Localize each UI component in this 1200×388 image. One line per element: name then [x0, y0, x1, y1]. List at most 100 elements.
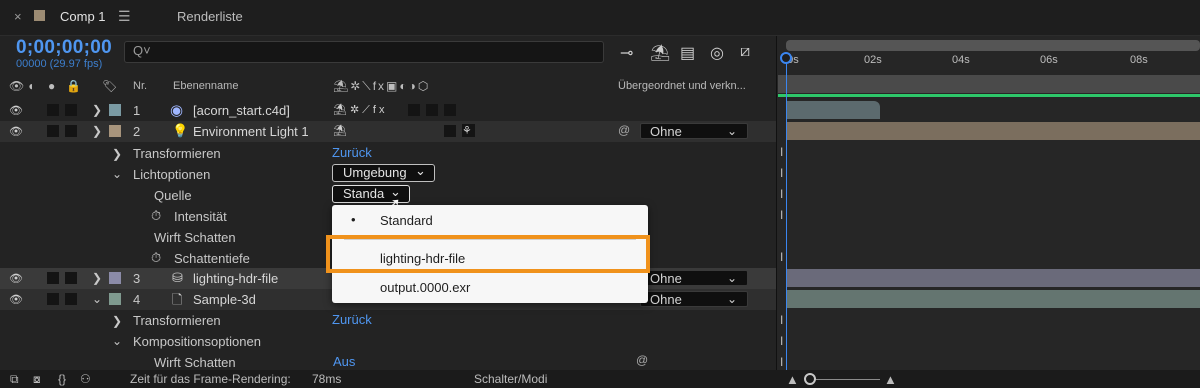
- solo-toggle[interactable]: [47, 293, 59, 305]
- image-file-icon: ⛁: [172, 270, 183, 285]
- lock-toggle[interactable]: [65, 104, 77, 116]
- layer-label-color[interactable]: [109, 125, 121, 137]
- time-navigator[interactable]: [786, 40, 1200, 51]
- solo-toggle[interactable]: [47, 272, 59, 284]
- menu-item-standard[interactable]: Standard: [380, 213, 433, 228]
- layer-switches-toggle-icon[interactable]: ⧇: [33, 372, 41, 387]
- in-out-toggle-icon[interactable]: ⚇: [80, 372, 91, 386]
- column-parent[interactable]: Übergeordnet und verkn...: [618, 80, 746, 92]
- switch-box[interactable]: [444, 104, 456, 116]
- transfer-controls-icon[interactable]: {}: [58, 372, 66, 386]
- chevron-down-icon: ⌄: [415, 163, 426, 178]
- keyframe-marker[interactable]: I: [780, 208, 783, 222]
- tab-renderliste[interactable]: Renderliste: [177, 9, 243, 24]
- stopwatch-icon[interactable]: ⏱: [151, 250, 161, 266]
- keyframe-marker[interactable]: I: [780, 166, 783, 180]
- keyframe-marker[interactable]: I: [780, 145, 783, 159]
- prop-composition-options[interactable]: Kompositionsoptionen: [133, 334, 261, 349]
- lock-toggle[interactable]: [65, 125, 77, 137]
- audio-column-icon: ◖: [27, 79, 35, 93]
- chevron-down-icon: ⌄: [727, 292, 738, 306]
- render-cache-bar: [778, 94, 1200, 97]
- motion-blur-icon[interactable]: ◎: [710, 43, 724, 63]
- time-tick: 08s: [1130, 54, 1148, 66]
- keyframe-marker[interactable]: I: [780, 355, 783, 369]
- column-layer-name[interactable]: Ebenenname: [173, 80, 238, 92]
- layer-name[interactable]: Sample-3d: [193, 292, 256, 307]
- visibility-eye-icon[interactable]: 👁: [9, 125, 23, 138]
- render-icon[interactable]: ⧉: [10, 372, 19, 387]
- draft-3d-icon[interactable]: ⛱: [650, 43, 670, 63]
- layer-bar-3[interactable]: [786, 269, 1200, 287]
- column-nr[interactable]: Nr.: [133, 80, 147, 92]
- expand-chevron-icon[interactable]: ❯: [92, 271, 102, 285]
- close-tab-icon[interactable]: ×: [14, 9, 22, 24]
- collapse-chevron-icon[interactable]: ⌄: [92, 292, 102, 306]
- zoom-slider-handle[interactable]: [804, 373, 816, 385]
- graph-editor-icon[interactable]: ⧄: [740, 43, 750, 61]
- switch-box[interactable]: [408, 104, 420, 116]
- render-time-value: 78ms: [312, 372, 342, 386]
- reset-link[interactable]: Zurück: [332, 312, 372, 327]
- casts-shadows-value[interactable]: Aus: [333, 354, 355, 369]
- expand-chevron-icon[interactable]: ❯: [112, 147, 122, 161]
- tab-comp-1[interactable]: Comp 1: [60, 9, 106, 24]
- pick-whip-icon[interactable]: @: [636, 353, 648, 367]
- layer-label-color[interactable]: [109, 272, 121, 284]
- composition-flowchart-icon[interactable]: ⊸: [620, 43, 633, 63]
- prop-transform[interactable]: Transformieren: [133, 146, 221, 161]
- current-time-display[interactable]: 0;00;00;00: [16, 37, 112, 59]
- 3d-layer-icon[interactable]: ⚘: [462, 124, 475, 137]
- prop-transform[interactable]: Transformieren: [133, 313, 221, 328]
- stopwatch-icon[interactable]: ⏱: [151, 208, 161, 224]
- layer-bar-4[interactable]: [786, 290, 1200, 308]
- layer-bar-2[interactable]: [786, 122, 1200, 140]
- playhead-handle[interactable]: [780, 52, 792, 64]
- work-area-bar[interactable]: [778, 75, 1200, 93]
- layer-label-color[interactable]: [109, 293, 121, 305]
- keyframe-marker[interactable]: I: [780, 334, 783, 348]
- file-icon: 🗋: [172, 292, 183, 307]
- switch-box[interactable]: [444, 125, 456, 137]
- layer-label-color[interactable]: [109, 104, 121, 116]
- lock-toggle[interactable]: [65, 272, 77, 284]
- layer-name[interactable]: lighting-hdr-file: [193, 271, 278, 286]
- keyframe-marker[interactable]: I: [780, 187, 783, 201]
- layer-switches[interactable]: ⛱✲⟋fx: [333, 103, 387, 117]
- layer-number: 3: [133, 271, 141, 286]
- switch-box[interactable]: [426, 104, 438, 116]
- layer-name[interactable]: [acorn_start.c4d]: [193, 103, 290, 118]
- shy-switch-icon[interactable]: ⛱: [333, 124, 347, 137]
- lock-column-icon: 🔒: [66, 79, 81, 93]
- zoom-slider-track[interactable]: [810, 379, 880, 380]
- pick-whip-icon[interactable]: @: [618, 123, 630, 137]
- collapse-chevron-icon[interactable]: ❯: [92, 124, 102, 138]
- visibility-eye-icon[interactable]: 👁: [9, 293, 23, 306]
- zoom-in-icon[interactable]: ▲: [884, 372, 897, 387]
- solo-toggle[interactable]: [47, 104, 59, 116]
- toggle-switches-modes[interactable]: Schalter/Modi: [474, 372, 547, 386]
- search-input[interactable]: [124, 41, 604, 63]
- menu-item-output-exr[interactable]: output.0000.exr: [380, 280, 470, 295]
- visibility-eye-icon[interactable]: 👁: [9, 104, 23, 117]
- cinema4d-icon: ◉: [170, 102, 184, 119]
- frame-blending-icon[interactable]: ▤: [680, 43, 695, 63]
- expand-chevron-icon[interactable]: ❯: [112, 314, 122, 328]
- collapse-chevron-icon[interactable]: ⌄: [112, 334, 122, 348]
- layer-bar-1[interactable]: [786, 101, 880, 119]
- playhead[interactable]: [786, 62, 787, 388]
- hamburger-icon[interactable]: ☰: [118, 8, 131, 25]
- keyframe-marker[interactable]: I: [780, 250, 783, 264]
- layer-name[interactable]: Environment Light 1: [193, 124, 309, 139]
- lock-toggle[interactable]: [65, 293, 77, 305]
- solo-toggle[interactable]: [47, 125, 59, 137]
- collapse-chevron-icon[interactable]: ⌄: [112, 167, 122, 181]
- time-tick: 06s: [1040, 54, 1058, 66]
- prop-light-options[interactable]: Lichtoptionen: [133, 167, 210, 182]
- chevron-down-icon: ⌄: [727, 124, 738, 138]
- expand-chevron-icon[interactable]: ❯: [92, 103, 102, 117]
- visibility-eye-icon[interactable]: 👁: [9, 272, 23, 285]
- keyframe-marker[interactable]: I: [780, 313, 783, 327]
- zoom-out-icon[interactable]: ▲: [786, 372, 799, 387]
- reset-link[interactable]: Zurück: [332, 145, 372, 160]
